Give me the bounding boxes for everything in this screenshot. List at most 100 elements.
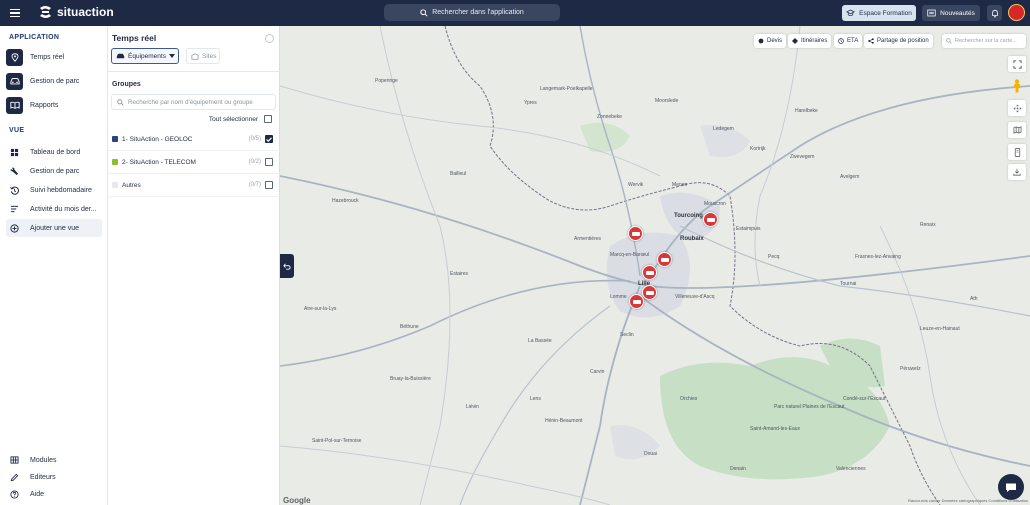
pegman-icon: [1014, 79, 1020, 93]
groups-heading: Groupes: [112, 81, 141, 88]
nav-item-tableau-de-bord[interactable]: Tableau de bord: [6, 143, 102, 161]
group-row[interactable]: 2- SituAction - TELECOM (0/2): [108, 151, 280, 174]
map-label: Wervik: [628, 182, 644, 188]
map-label: Parc naturel Plaines de l'Escaut: [774, 404, 845, 410]
nav-item-label: Suivi hebdomadaire: [30, 186, 92, 194]
group-color-swatch: [112, 182, 118, 188]
group-row[interactable]: Autres (0/7): [108, 174, 280, 197]
group-checkbox[interactable]: [265, 135, 273, 143]
help-icon: [6, 488, 23, 500]
nav-item-rapports[interactable]: Rapports: [6, 96, 102, 114]
map-label: Saint-Pol-sur-Ternoise: [312, 438, 362, 444]
google-attribution: Google: [283, 496, 311, 505]
map-label: Lomme: [610, 294, 627, 300]
nav-item-label: Tableau de bord: [30, 148, 81, 156]
menu-icon[interactable]: [10, 9, 20, 18]
select-all-row: Tout sélectionner: [209, 115, 272, 123]
group-search-input[interactable]: Recherche par nom d'équipement ou groupe: [111, 94, 276, 110]
training-space-label: Espace Formation: [859, 9, 912, 17]
chat-button[interactable]: [998, 474, 1024, 500]
nav-item-editeurs[interactable]: Editeurs: [6, 468, 102, 486]
tool-label: ETA: [847, 38, 859, 44]
map-label: Béthune: [400, 324, 419, 330]
map-label: Carvin: [590, 369, 605, 375]
road: [280, 445, 611, 505]
map-label: Péruwelz: [900, 366, 921, 372]
panel-title: Temps réel: [112, 33, 157, 43]
chat-icon: [1006, 483, 1016, 492]
map-label: Tourcoing: [674, 213, 703, 219]
map-label: Bailleul: [450, 171, 467, 177]
tool-itineraires-button[interactable]: Itinéraires: [788, 34, 832, 48]
map-label: Avelgem: [840, 174, 860, 180]
map-label: Ath: [970, 296, 978, 302]
notifications-button[interactable]: [987, 5, 1002, 21]
map-label: Leuze-en-Hainaut: [920, 326, 960, 332]
select-all-checkbox[interactable]: [264, 115, 272, 123]
nav-item-gestion-parc-view[interactable]: Gestion de parc: [6, 162, 102, 180]
tool-label: Devis: [767, 38, 783, 44]
map-label: Saint-Amand-les-Eaux: [750, 426, 801, 432]
device-button[interactable]: [1008, 144, 1026, 160]
map-label: Langemark-Poelkapelle: [540, 86, 593, 92]
map-view[interactable]: Tourcoing Roubaix Lille Marcq-en-Barœul …: [280, 26, 1030, 505]
vehicle-marker[interactable]: [628, 226, 643, 241]
map-label: La Bassée: [528, 338, 552, 344]
user-avatar[interactable]: [1008, 4, 1025, 21]
map-label: Menen: [672, 182, 688, 188]
news-button[interactable]: Nouveautés: [922, 5, 980, 21]
map-label: Denain: [730, 466, 746, 472]
road: [280, 279, 631, 367]
group-row[interactable]: 1- SituAction - GEOLOC (0/5): [108, 128, 280, 151]
nav-item-ajouter-vue[interactable]: Ajouter une vue: [6, 219, 102, 237]
vehicle-marker[interactable]: [703, 212, 718, 227]
tab-equipments[interactable]: Équipements: [111, 48, 179, 64]
settings-icon[interactable]: [265, 34, 274, 43]
logo[interactable]: situaction: [38, 5, 114, 19]
map-layers-button[interactable]: [1008, 122, 1026, 138]
vehicle-marker[interactable]: [642, 265, 657, 280]
map-label: Seclin: [620, 332, 634, 338]
nav-item-suivi-hebdomadaire[interactable]: Suivi hebdomadaire: [6, 181, 102, 199]
training-space-button[interactable]: Espace Formation: [842, 5, 916, 21]
tool-eta-button[interactable]: ETA: [834, 34, 863, 48]
map-label: Renaix: [920, 222, 936, 228]
recenter-button[interactable]: [1008, 100, 1026, 116]
group-checkbox[interactable]: [265, 158, 273, 166]
clock-icon: [838, 38, 844, 44]
group-checkbox[interactable]: [265, 181, 273, 189]
map-label: Liévin: [466, 404, 480, 410]
nav-item-label: Activité du mois der...: [30, 205, 97, 213]
news-label: Nouveautés: [940, 9, 975, 17]
tool-share-position-button[interactable]: Partage de position: [864, 34, 933, 48]
download-button[interactable]: [1008, 164, 1026, 180]
map-attribution[interactable]: Raccourcis clavier Données cartographiqu…: [908, 498, 1028, 503]
nav-item-temps-reel[interactable]: Temps réel: [6, 48, 102, 66]
vehicle-marker[interactable]: [657, 252, 672, 267]
tool-devis-button[interactable]: Devis: [754, 34, 787, 48]
collapse-panel-button[interactable]: [280, 254, 294, 278]
fullscreen-button[interactable]: [1008, 56, 1026, 72]
wrench-icon: [6, 165, 23, 177]
map-label: Ledegem: [713, 126, 734, 132]
group-search-placeholder: Recherche par nom d'équipement ou groupe: [128, 98, 253, 106]
map-label: Zwevegem: [790, 154, 815, 160]
map-search-input[interactable]: Rechercher sur la carte...: [942, 34, 1026, 48]
map-label: Estaimpuis: [736, 226, 761, 232]
road: [379, 26, 451, 505]
vehicle-marker[interactable]: [642, 285, 657, 300]
street-view-pegman[interactable]: [1008, 78, 1026, 94]
nav-item-aide[interactable]: Aide: [6, 485, 102, 503]
tab-sites[interactable]: Sites: [186, 48, 220, 64]
global-search[interactable]: Rechercher dans l'application: [384, 4, 560, 21]
move-icon: [1012, 103, 1022, 113]
vehicle-marker[interactable]: [629, 294, 644, 309]
nav-item-activite-mois[interactable]: Activité du mois der...: [6, 200, 102, 218]
graduation-cap-icon: [846, 9, 856, 16]
map-label: Hazebrouck: [332, 198, 359, 204]
nav-item-gestion-parc[interactable]: Gestion de parc: [6, 72, 102, 90]
nav-item-modules[interactable]: Modules: [6, 451, 102, 469]
map-label: Pecq: [768, 254, 780, 260]
map-label: Aire-sur-la-Lys: [304, 306, 337, 312]
road: [579, 285, 641, 505]
